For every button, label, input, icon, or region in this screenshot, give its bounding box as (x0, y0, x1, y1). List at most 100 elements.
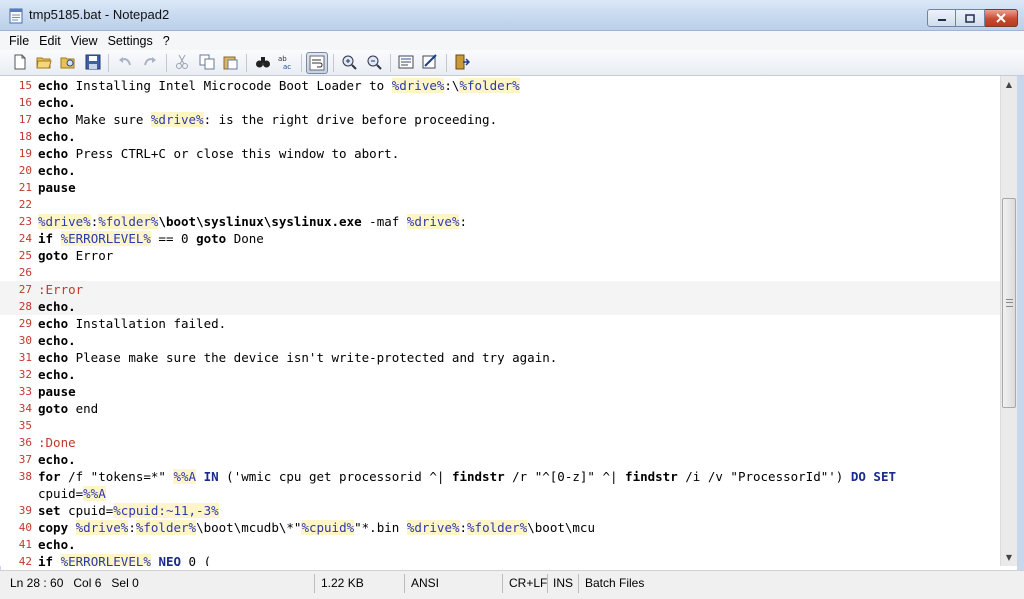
copy-icon[interactable] (199, 54, 215, 70)
code-line[interactable]: 28 echo. (0, 298, 1000, 315)
exit-icon[interactable] (454, 54, 470, 70)
keyword-token: goto (38, 401, 69, 416)
keyword-token: NEQ (158, 554, 182, 566)
variable-token: %drive% (406, 520, 460, 535)
zoom-out-icon[interactable] (366, 54, 382, 70)
code-line[interactable]: 33 pause (0, 383, 1000, 400)
close-button[interactable] (985, 9, 1018, 27)
menu-file[interactable]: File (9, 34, 29, 48)
variable-token: %drive% (150, 112, 204, 127)
variable-token: %cpuid% (301, 520, 355, 535)
status-scheme[interactable]: Batch Files (585, 574, 644, 592)
undo-icon[interactable] (117, 54, 133, 70)
code-line[interactable]: 26 (0, 264, 1000, 281)
keyword-token: goto (196, 231, 227, 246)
zoom-in-icon[interactable] (341, 54, 357, 70)
line-number: 31 (18, 351, 32, 364)
line-number: 22 (18, 198, 32, 211)
variable-token: %%A (83, 486, 106, 501)
code-text: :Error (38, 281, 83, 298)
scroll-up-button[interactable]: ▲ (1001, 76, 1017, 93)
line-number: 29 (18, 317, 32, 330)
code-line[interactable]: 16 echo. (0, 94, 1000, 111)
code-line[interactable]: 37 echo. (0, 451, 1000, 468)
code-line[interactable]: 38 for /f "tokens=*" %%A IN ('wmic cpu ge… (0, 468, 1000, 485)
scroll-thumb[interactable] (1002, 198, 1016, 408)
status-encoding[interactable]: ANSI (411, 574, 439, 592)
code-line[interactable]: 24 if %ERRORLEVEL% == 0 goto Done (0, 230, 1000, 247)
new-file-icon[interactable] (12, 54, 28, 70)
code-line[interactable]: 18 echo. (0, 128, 1000, 145)
keyword-token: echo. (38, 163, 76, 178)
menu-edit[interactable]: Edit (39, 34, 61, 48)
line-number: 33 (18, 385, 32, 398)
code-line[interactable]: 31 echo Please make sure the device isn't… (0, 349, 1000, 366)
text-editor[interactable]: 15 echo Installing Intel Microcode Boot L… (0, 76, 1000, 566)
browse-icon[interactable] (60, 54, 76, 70)
text-token: cpuid= (60, 503, 114, 518)
code-line[interactable]: 20 echo. (0, 162, 1000, 179)
code-line[interactable]: 17 echo Make sure %drive%: is the right d… (0, 111, 1000, 128)
code-line[interactable]: 39 set cpuid=%cpuid:~11,-3% (0, 502, 1000, 519)
code-line[interactable]: 21 pause (0, 179, 1000, 196)
save-icon[interactable] (85, 54, 101, 70)
code-line[interactable]: 25 goto Error (0, 247, 1000, 264)
line-number: 25 (18, 249, 32, 262)
code-line[interactable]: 42 if %ERRORLEVEL% NEQ 0 ( (0, 553, 1000, 566)
paste-icon[interactable] (222, 54, 238, 70)
status-position: Ln 28 : 60 Col 6 Sel 0 (10, 576, 139, 590)
code-line[interactable]: 35 (0, 417, 1000, 434)
code-line[interactable]: 29 echo Installation failed. (0, 315, 1000, 332)
code-line[interactable]: 36:Done (0, 434, 1000, 451)
variable-token: %drive% (391, 78, 445, 93)
keyword-token: pause (38, 180, 76, 195)
code-line[interactable]: 41 echo. (0, 536, 1000, 553)
menu-settings[interactable]: Settings (108, 34, 153, 48)
code-line[interactable]: 22 (0, 196, 1000, 213)
code-text: echo Make sure %drive%: is the right dri… (38, 111, 497, 128)
line-number: 24 (18, 232, 32, 245)
code-line[interactable]: 27:Error (0, 281, 1000, 298)
keyword-token: echo. (38, 367, 76, 382)
line-number: 28 (18, 300, 32, 313)
label-token: :Done (38, 435, 76, 450)
svg-text:ab: ab (278, 55, 287, 63)
minimize-button[interactable] (927, 9, 956, 27)
vertical-scrollbar[interactable]: ▲ ▼ (1000, 76, 1017, 566)
code-text: goto Error (38, 247, 113, 264)
code-line[interactable]: 15 echo Installing Intel Microcode Boot L… (0, 77, 1000, 94)
status-line-endings[interactable]: CR+LF (509, 574, 547, 592)
code-line[interactable]: 34 goto end (0, 400, 1000, 417)
window-frame-right (1017, 76, 1024, 570)
code-text: echo Installation failed. (38, 315, 226, 332)
code-line[interactable]: cpuid=%%A (0, 485, 1000, 502)
menu-view[interactable]: View (71, 34, 98, 48)
code-line[interactable]: 32 echo. (0, 366, 1000, 383)
line-number: 17 (18, 113, 32, 126)
line-number: 42 (18, 555, 32, 566)
maximize-icon (965, 13, 975, 23)
keyword-token: echo (38, 146, 69, 161)
line-number: 30 (18, 334, 32, 347)
customize-icon[interactable] (422, 54, 438, 70)
code-line[interactable]: 30 echo. (0, 332, 1000, 349)
menu-help[interactable]: ? (163, 34, 170, 48)
close-icon (996, 13, 1006, 23)
variable-token: %cpuid:~11,-3% (113, 503, 219, 518)
scroll-down-button[interactable]: ▼ (1001, 549, 1017, 566)
replace-icon[interactable]: ab ac (278, 54, 294, 70)
maximize-button[interactable] (956, 9, 985, 27)
title-bar[interactable]: tmp5185.bat - Notepad2 (0, 0, 1024, 31)
open-file-icon[interactable] (36, 54, 52, 70)
keyword-token: IN (203, 469, 219, 484)
notepad-app-icon[interactable] (9, 8, 23, 24)
redo-icon[interactable] (142, 54, 158, 70)
find-icon[interactable] (255, 54, 271, 70)
schemes-icon[interactable] (398, 54, 414, 70)
status-bar: Ln 28 : 60 Col 6 Sel 0 1.22 KB ANSI CR+L… (0, 570, 1024, 599)
word-wrap-icon[interactable] (306, 52, 328, 74)
code-line[interactable]: 40 copy %drive%:%folder%\boot\mcudb\*"%cp… (0, 519, 1000, 536)
code-line[interactable]: 19 echo Press CTRL+C or close this window… (0, 145, 1000, 162)
cut-icon[interactable] (174, 54, 190, 70)
code-line[interactable]: 23 %drive%: %folder%\boot\syslinux\syslinu… (0, 213, 1000, 230)
